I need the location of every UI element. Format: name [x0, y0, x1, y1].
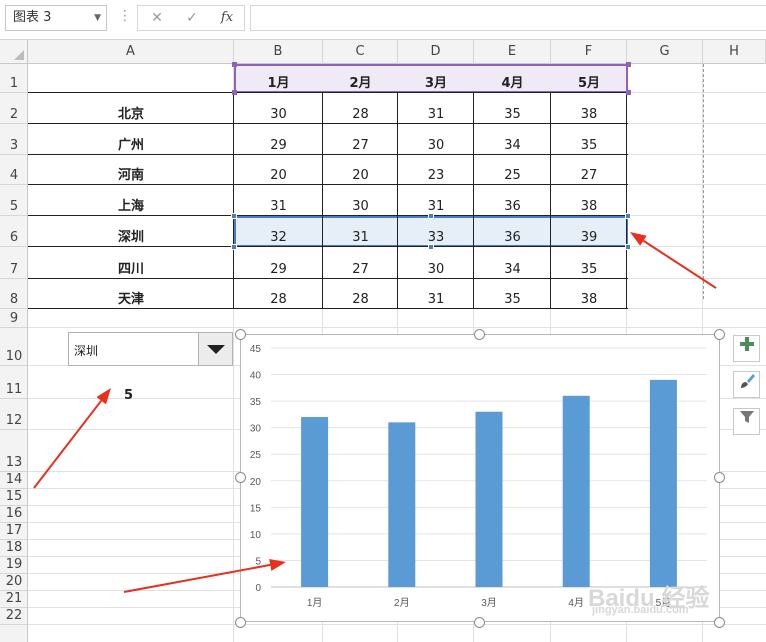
selection-handle[interactable]: [231, 244, 237, 250]
watermark-url: jingyan.baidu.com: [592, 604, 689, 616]
range-handle: [626, 62, 631, 67]
selection-handle[interactable]: [625, 213, 631, 219]
range-handle: [626, 90, 631, 95]
red-arrow: [642, 239, 717, 289]
selection-handle[interactable]: [428, 213, 434, 219]
red-arrow: [33, 400, 103, 489]
selection-handle[interactable]: [231, 213, 237, 219]
range-handle: [232, 90, 237, 95]
annotation-arrows: [33, 232, 717, 593]
range-handle: [232, 62, 237, 67]
red-arrow-head: [96, 388, 111, 405]
selection-handle[interactable]: [625, 244, 631, 250]
red-arrow-head: [630, 232, 647, 246]
red-arrow-head: [269, 559, 286, 571]
selection-handle[interactable]: [428, 244, 434, 250]
red-arrow: [123, 563, 271, 593]
